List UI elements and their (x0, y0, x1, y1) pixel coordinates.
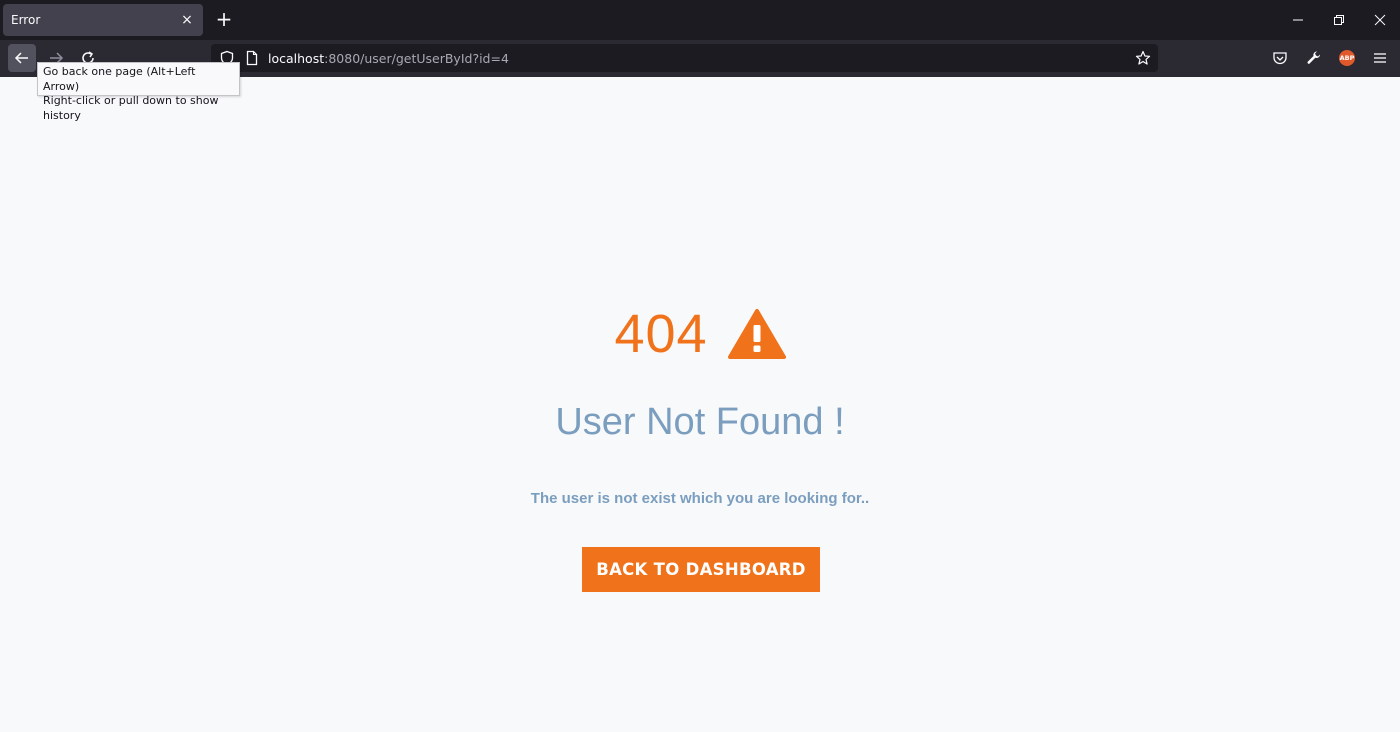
tools-button[interactable] (1302, 46, 1326, 70)
arrow-left-icon (14, 52, 28, 64)
tab-bar: Error × + (0, 0, 1400, 40)
restore-button[interactable] (1321, 6, 1357, 34)
error-code-row: 404 (0, 303, 1400, 365)
wrench-icon (1307, 51, 1320, 64)
address-bar[interactable]: localhost:8080/user/getUserById?id=4 (211, 44, 1158, 72)
tooltip-line-2: Right-click or pull down to show history (43, 94, 219, 122)
warning-icon (727, 309, 786, 359)
page-title: User Not Found ! (555, 401, 845, 443)
minimize-button[interactable] (1280, 6, 1316, 34)
tab-title: Error (11, 13, 41, 27)
minimize-icon (1293, 19, 1303, 21)
url-host: localhost (268, 51, 325, 66)
url-path: :8080/user/getUserById?id=4 (324, 51, 509, 66)
error-message: The user is not exist which you are look… (530, 490, 870, 507)
back-to-dashboard-button[interactable]: BACK TO DASHBOARD (582, 547, 820, 592)
url-text[interactable]: localhost:8080/user/getUserById?id=4 (268, 51, 509, 66)
page-content: 404 User Not Found ! The user is not exi… (0, 77, 1400, 732)
adblock-plus-icon: ABP (1339, 50, 1355, 66)
menu-button[interactable] (1368, 46, 1392, 70)
adblock-plus-button[interactable]: ABP (1335, 46, 1359, 70)
back-button[interactable] (8, 44, 36, 72)
close-icon (1374, 14, 1386, 26)
tab-error[interactable]: Error × (3, 4, 203, 36)
pocket-button[interactable] (1268, 46, 1292, 70)
pocket-icon (1273, 52, 1287, 65)
restore-icon (1334, 15, 1344, 25)
close-window-button[interactable] (1362, 6, 1398, 34)
star-icon[interactable] (1135, 50, 1151, 66)
back-button-tooltip: Go back one page (Alt+Left Arrow) Right-… (37, 62, 240, 122)
tab-close-icon[interactable]: × (177, 10, 197, 30)
new-tab-button[interactable]: + (212, 8, 236, 32)
error-code: 404 (614, 304, 708, 364)
hamburger-menu-icon (1374, 53, 1386, 63)
tooltip-line-1: Go back one page (Alt+Left Arrow) (43, 65, 196, 93)
page-info-icon[interactable] (244, 50, 260, 66)
